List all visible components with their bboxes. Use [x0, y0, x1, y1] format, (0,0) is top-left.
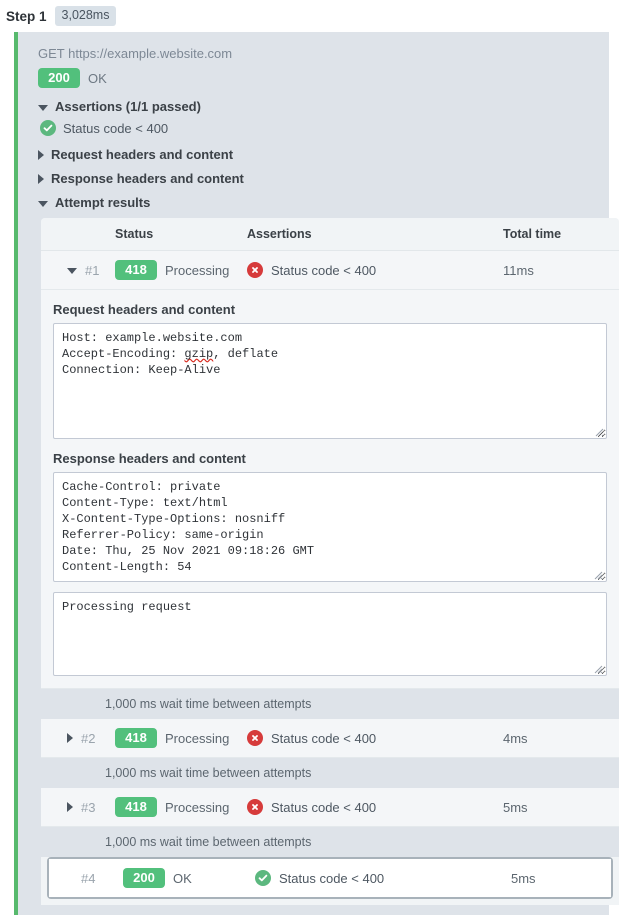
assertion-text: Status code < 400	[63, 120, 169, 136]
step-duration-badge: 3,028ms	[54, 6, 117, 26]
attempt-total-time: 4ms	[503, 719, 619, 758]
attempt-index-label: #3	[81, 799, 96, 815]
request-headers-text-misspelled: gzip	[184, 347, 214, 361]
attempt-results-card: Status Assertions Total time #1 418 Proc…	[41, 218, 619, 905]
section-toggle-response-headers[interactable]: Response headers and content	[28, 166, 597, 190]
section-label-request-headers: Request headers and content	[51, 147, 234, 162]
wait-notice: 1,000 ms wait time between attempts	[41, 689, 619, 719]
assertion-item: Status code < 400	[28, 118, 597, 142]
attempt-status-cell: 418 Processing	[115, 788, 247, 827]
section-label-response-headers: Response headers and content	[51, 171, 244, 186]
table-row[interactable]: #4 200 OK Status code < 400 5ms	[49, 859, 611, 897]
step-status-accent-bar	[14, 32, 18, 915]
attempt-detail-panel: Request headers and content Host: exampl…	[41, 290, 619, 689]
step-panel: GET https://example.website.com 200 OK A…	[14, 32, 619, 915]
attempt-index-label: #2	[81, 730, 96, 746]
attempt-row-selected[interactable]: #4 200 OK Status code < 400 5ms	[47, 857, 613, 899]
table-row[interactable]: #2 418 Processing Status code < 400 4ms	[41, 719, 619, 758]
error-circle-icon	[247, 799, 263, 815]
section-toggle-request-headers[interactable]: Request headers and content	[28, 142, 597, 166]
section-toggle-attempt-results[interactable]: Attempt results	[28, 190, 597, 214]
status-code-badge: 200	[38, 68, 80, 88]
chevron-right-icon	[38, 173, 44, 184]
response-headers-textarea[interactable]: Cache-Control: private Content-Type: tex…	[53, 472, 607, 582]
resize-handle-icon[interactable]	[594, 426, 604, 437]
wait-notice: 1,000 ms wait time between attempts	[41, 827, 619, 857]
attempt-index-cell[interactable]: #2	[41, 719, 115, 758]
column-header-status: Status	[115, 218, 247, 251]
section-toggle-assertions[interactable]: Assertions (1/1 passed)	[28, 94, 597, 118]
attempt-total-time: 5ms	[511, 859, 611, 897]
column-header-assertions: Assertions	[247, 218, 503, 251]
attempt-assertion-cell: Status code < 400	[255, 859, 511, 897]
attempt-total-time: 11ms	[503, 250, 619, 290]
table-row[interactable]: #1 418 Processing Status code < 400 11ms	[41, 250, 619, 290]
wait-notice: 1,000 ms wait time between attempts	[41, 758, 619, 788]
status-text: Processing	[165, 730, 230, 746]
attempts-table: Status Assertions Total time #1 418 Proc…	[41, 218, 619, 290]
attempt-index-label: #4	[81, 870, 96, 886]
attempt-status-cell: 200 OK	[123, 859, 255, 897]
status-code-badge: 418	[115, 728, 157, 748]
attempts-table-row4: #4 200 OK Status code < 400 5ms	[49, 859, 611, 897]
request-url-line: GET https://example.website.com	[38, 46, 233, 61]
assertion-text: Status code < 400	[279, 870, 385, 886]
status-text: OK	[173, 870, 192, 886]
attempts-table-row2: #2 418 Processing Status code < 400 4ms	[41, 719, 619, 758]
assertion-text: Status code < 400	[271, 730, 377, 746]
chevron-right-icon[interactable]	[67, 733, 73, 743]
assertion-text: Status code < 400	[271, 799, 377, 815]
chevron-right-icon	[38, 149, 44, 160]
table-header-row: Status Assertions Total time	[41, 218, 619, 251]
status-code-badge: 200	[123, 868, 165, 888]
chevron-right-icon[interactable]	[67, 802, 73, 812]
check-circle-icon	[40, 120, 56, 136]
detail-label-request: Request headers and content	[53, 302, 236, 317]
attempt-assertion-cell: Status code < 400	[247, 719, 503, 758]
step-status-line: 200 OK	[28, 63, 597, 94]
attempt-index-cell: #4	[49, 859, 123, 897]
chevron-down-icon[interactable]	[67, 268, 77, 274]
error-circle-icon	[247, 730, 263, 746]
attempt-index-cell[interactable]: #1	[41, 250, 115, 290]
section-label-assertions: Assertions (1/1 passed)	[55, 99, 201, 114]
chevron-down-icon	[38, 200, 48, 207]
status-code-badge: 418	[115, 797, 157, 817]
status-text: OK	[88, 70, 107, 86]
attempt-index-label: #1	[85, 262, 100, 278]
attempt-assertion-cell: Status code < 400	[247, 788, 503, 827]
status-text: Processing	[165, 262, 230, 278]
status-text: Processing	[165, 799, 230, 815]
response-body-textarea[interactable]: Processing request	[53, 592, 607, 676]
attempt-assertion-cell: Status code < 400	[247, 250, 503, 290]
column-header-index	[41, 218, 115, 251]
section-label-attempt-results: Attempt results	[55, 195, 151, 210]
step-header: Step 1 3,028ms	[0, 0, 623, 32]
attempt-status-cell: 418 Processing	[115, 719, 247, 758]
check-circle-icon	[255, 870, 271, 886]
chevron-down-icon	[38, 104, 48, 111]
attempt-total-time: 5ms	[503, 788, 619, 827]
attempt-index-cell[interactable]: #3	[41, 788, 115, 827]
error-circle-icon	[247, 262, 263, 278]
column-header-total-time: Total time	[503, 218, 619, 251]
status-code-badge: 418	[115, 260, 157, 280]
assertion-text: Status code < 400	[271, 262, 377, 278]
request-headers-textarea[interactable]: Host: example.website.com Accept-Encodin…	[53, 323, 607, 439]
attempt-status-cell: 418 Processing	[115, 250, 247, 290]
detail-label-response: Response headers and content	[53, 451, 246, 466]
page-title: Step 1	[6, 8, 47, 24]
table-row[interactable]: #3 418 Processing Status code < 400 5ms	[41, 788, 619, 827]
attempts-table-row3: #3 418 Processing Status code < 400 5ms	[41, 788, 619, 827]
